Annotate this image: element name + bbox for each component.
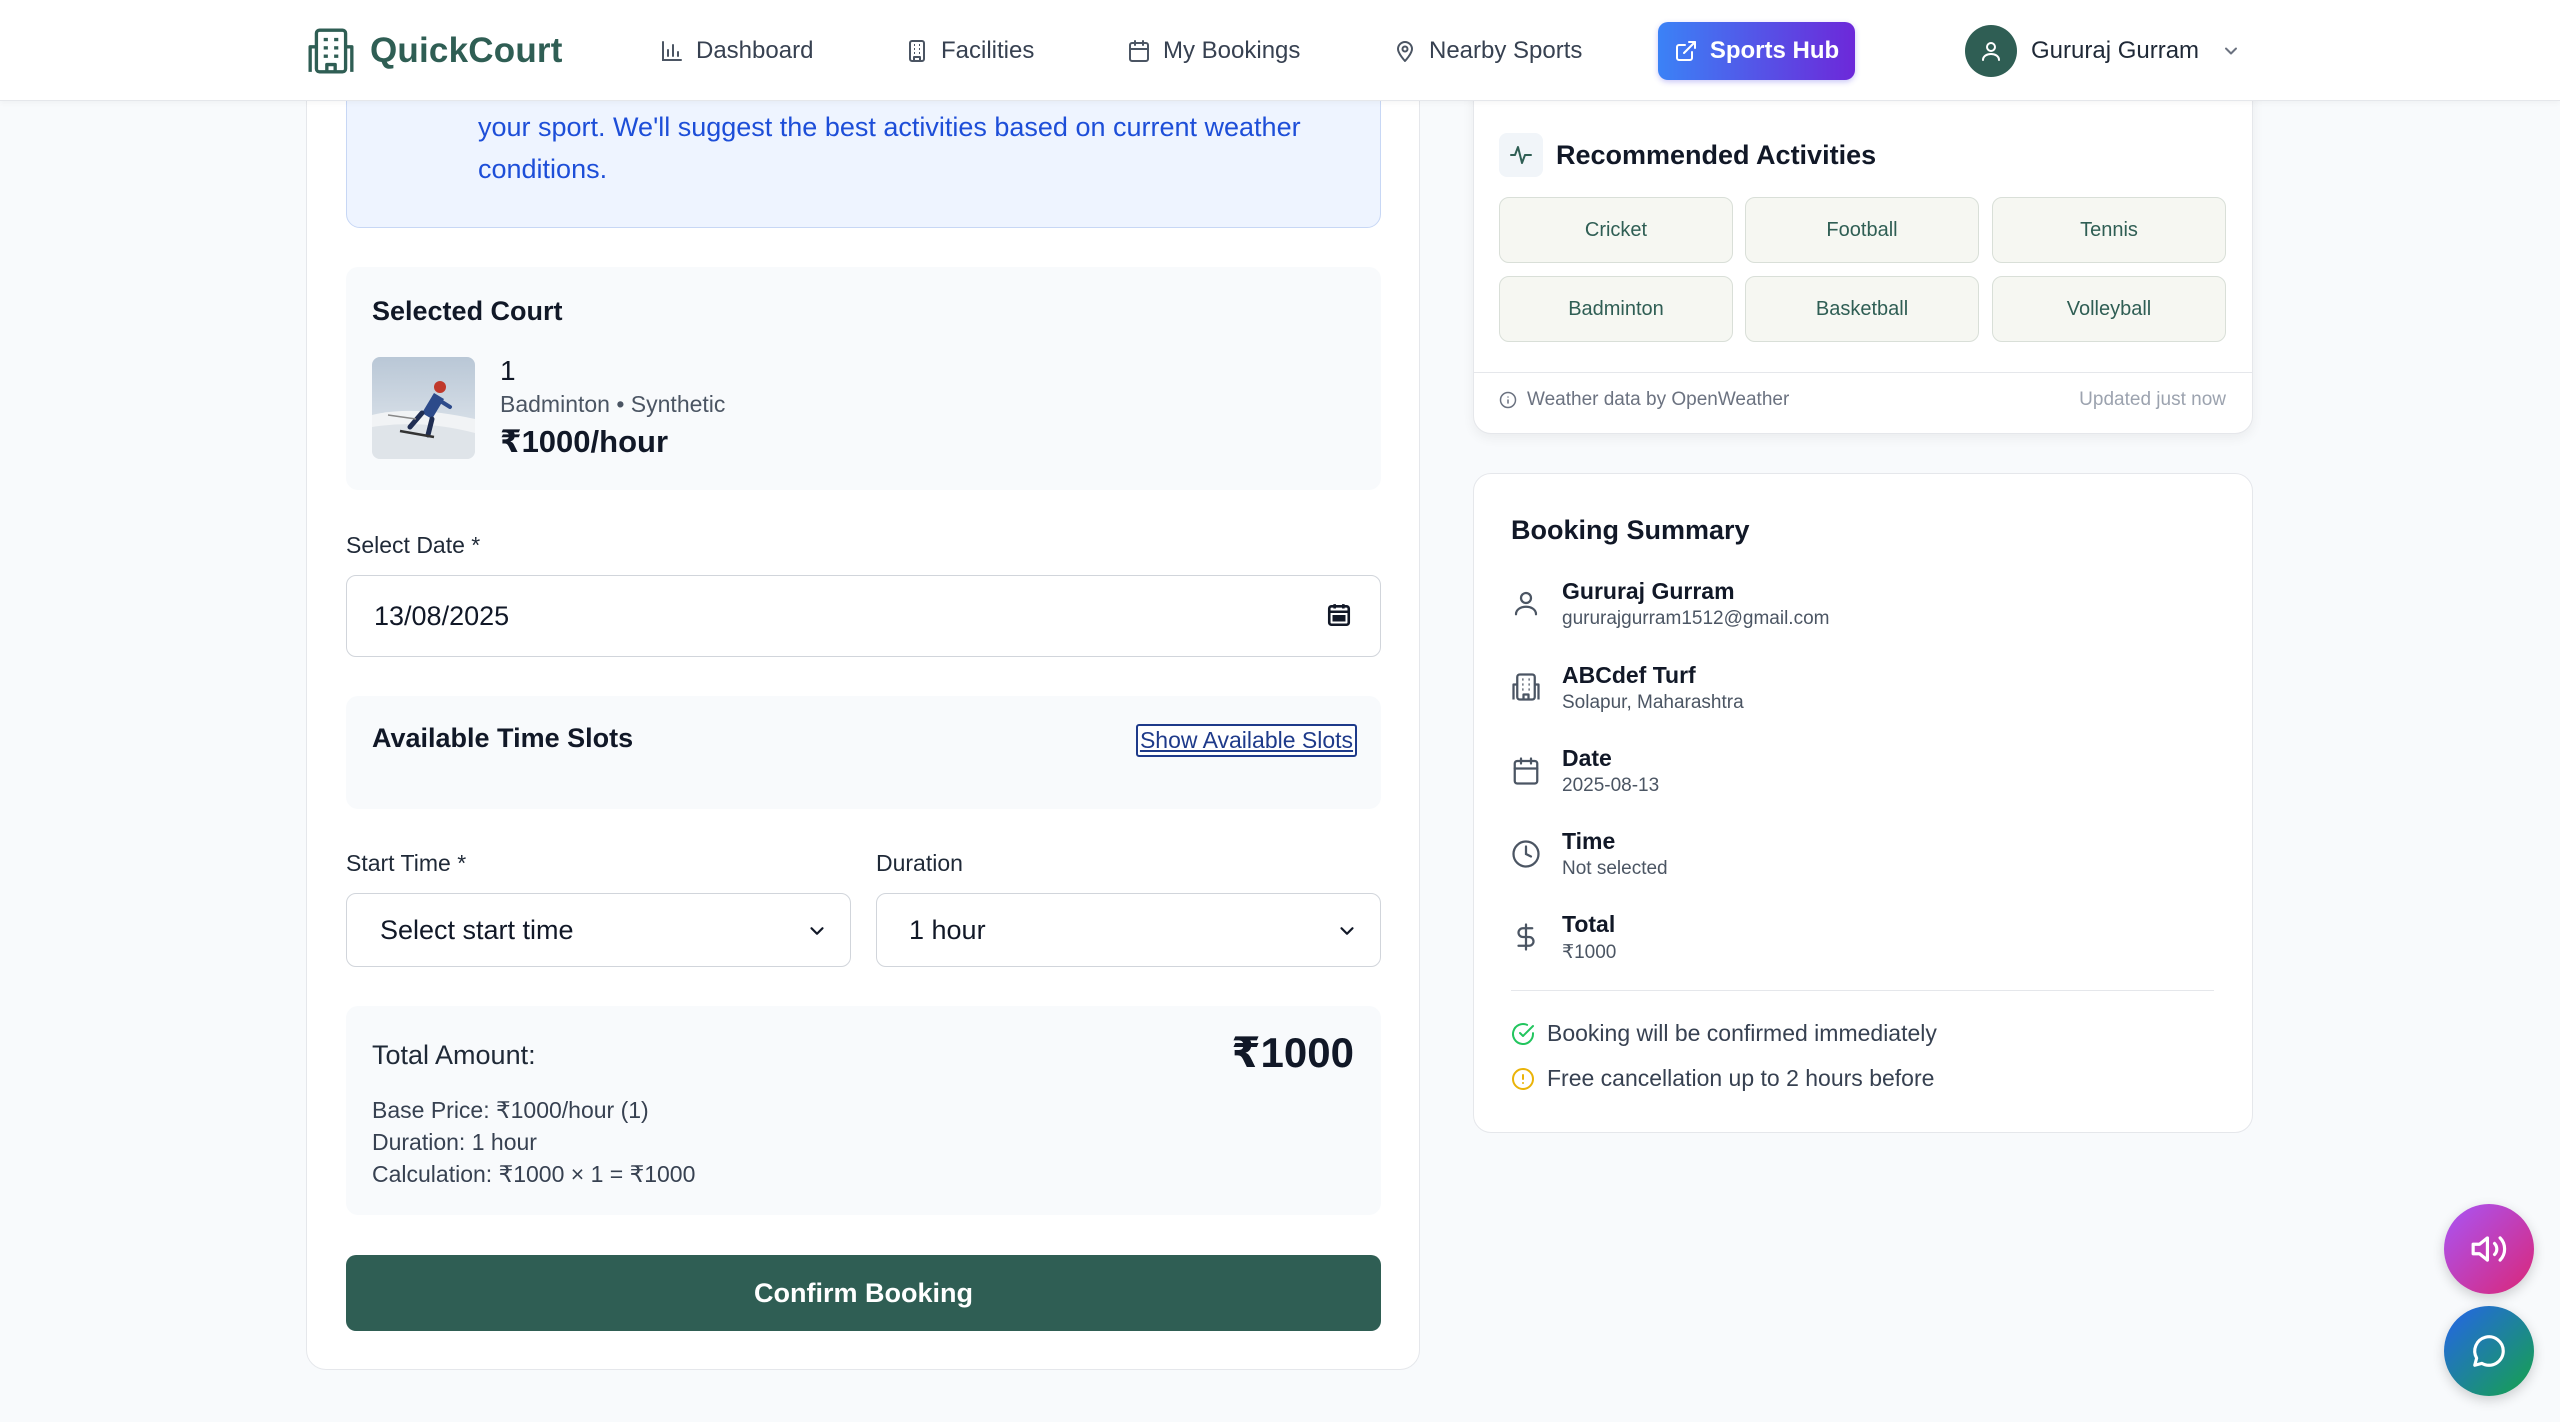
court-price: ₹1000/hour xyxy=(500,424,669,459)
divider xyxy=(1474,372,2252,373)
court-name: 1 xyxy=(500,355,516,386)
chat-bubble-icon xyxy=(2473,1335,2505,1367)
activity-pulse-icon xyxy=(1510,146,1532,164)
court-image xyxy=(372,357,475,459)
calendar-icon xyxy=(1129,40,1149,62)
nav-dashboard[interactable]: Dashboard xyxy=(660,28,813,74)
calculation-line: Calculation: ₹1000 × 1 = ₹1000 xyxy=(372,1161,696,1187)
selected-court-title: Selected Court xyxy=(372,296,563,326)
building-icon xyxy=(1512,673,1540,701)
activity-football[interactable]: Football xyxy=(1745,197,1979,263)
duration-value: 1 hour xyxy=(909,914,986,945)
weather-updated-text: Updated just now xyxy=(2079,389,2226,410)
confirm-booking-button[interactable]: Confirm Booking xyxy=(346,1255,1381,1331)
weather-attribution: Weather data by OpenWeather xyxy=(1499,389,1789,411)
calendar-icon xyxy=(1513,757,1539,785)
activity-cricket[interactable]: Cricket xyxy=(1499,197,1733,263)
nav-nearby-sports[interactable]: Nearby Sports xyxy=(1393,28,1582,74)
alert-circle-icon xyxy=(1512,1067,1534,1090)
total-amount-label: Total Amount: xyxy=(372,1040,536,1070)
date-label: Select Date * xyxy=(346,532,481,558)
clock-icon xyxy=(1512,840,1540,868)
chevron-down-icon xyxy=(1340,927,1354,935)
duration-label: Duration xyxy=(876,850,963,876)
brand-name: QuickCourt xyxy=(370,31,563,70)
summary-date-value: 2025-08-13 xyxy=(1562,775,1660,796)
booking-summary-title: Booking Summary xyxy=(1511,515,1750,545)
cancellation-note: Free cancellation up to 2 hours before xyxy=(1511,1065,1934,1092)
summary-user-name: Gururaj Gurram xyxy=(1562,578,1735,604)
speaker-icon xyxy=(2471,1236,2507,1262)
external-link-icon xyxy=(1675,41,1696,61)
sports-hub-button[interactable]: Sports Hub xyxy=(1658,22,1855,80)
nav-facilities[interactable]: Facilities xyxy=(905,28,1034,74)
user-icon xyxy=(1514,591,1538,616)
skier-photo-icon xyxy=(372,357,475,459)
dollar-icon xyxy=(1517,923,1535,951)
user-menu[interactable]: Gururaj Gurram xyxy=(1965,25,2241,77)
date-input[interactable]: 13/08/2025 xyxy=(346,575,1381,657)
summary-time-value: Not selected xyxy=(1562,858,1668,879)
confirm-note: Booking will be confirmed immediately xyxy=(1511,1020,1937,1047)
summary-date-label: Date xyxy=(1562,745,1612,771)
summary-user-email: gururajgurram1512@gmail.com xyxy=(1562,608,1830,629)
start-time-select[interactable]: Select start time xyxy=(346,893,851,967)
top-navbar: QuickCourt Dashboard Facilities My Booki… xyxy=(0,0,2560,101)
time-slots-title: Available Time Slots xyxy=(372,723,634,753)
activity-volleyball[interactable]: Volleyball xyxy=(1992,276,2226,342)
date-value: 13/08/2025 xyxy=(374,600,510,631)
weather-attribution-text: Weather data by OpenWeather xyxy=(1527,389,1790,410)
avatar xyxy=(1965,25,2017,77)
total-amount-value: ₹1000 xyxy=(1231,1029,1354,1076)
nav-my-bookings-label: My Bookings xyxy=(1163,37,1301,64)
duration-select[interactable]: 1 hour xyxy=(876,893,1381,967)
nav-facilities-label: Facilities xyxy=(941,37,1035,64)
summary-total-label: Total xyxy=(1562,911,1616,937)
brand[interactable]: QuickCourt xyxy=(306,26,563,76)
activity-icon-box xyxy=(1499,133,1543,177)
nav-my-bookings[interactable]: My Bookings xyxy=(1127,28,1300,74)
base-price-line: Base Price: ₹1000/hour (1) xyxy=(372,1097,649,1123)
chat-button[interactable] xyxy=(2444,1306,2534,1396)
summary-total-value: ₹1000 xyxy=(1562,942,1617,963)
cancellation-note-text: Free cancellation up to 2 hours before xyxy=(1547,1065,1935,1091)
start-time-value: Select start time xyxy=(380,914,574,945)
user-name: Gururaj Gurram xyxy=(2031,37,2200,64)
duration-line: Duration: 1 hour xyxy=(372,1129,537,1155)
info-icon xyxy=(1499,391,1517,409)
recommended-activities-title: Recommended Activities xyxy=(1556,140,1877,170)
nav-dashboard-label: Dashboard xyxy=(696,37,814,64)
chevron-down-icon xyxy=(810,927,824,935)
check-circle-icon xyxy=(1512,1022,1534,1045)
activity-basketball[interactable]: Basketball xyxy=(1745,276,1979,342)
confirm-note-text: Booking will be confirmed immediately xyxy=(1547,1020,1937,1046)
building-logo-icon xyxy=(308,28,354,74)
sports-hub-label: Sports Hub xyxy=(1709,37,1840,64)
activity-tennis[interactable]: Tennis xyxy=(1992,197,2226,263)
voice-assistant-button[interactable] xyxy=(2444,1204,2534,1294)
activity-badminton[interactable]: Badminton xyxy=(1499,276,1733,342)
start-time-label: Start Time * xyxy=(346,850,467,876)
divider xyxy=(1511,990,2214,991)
court-type: Badminton • Synthetic xyxy=(500,391,726,417)
summary-facility-location: Solapur, Maharashtra xyxy=(1562,692,1744,713)
show-available-slots-button[interactable]: Show Available Slots xyxy=(1136,724,1357,757)
nav-nearby-sports-label: Nearby Sports xyxy=(1429,37,1583,64)
map-pin-icon xyxy=(1397,41,1413,62)
user-icon xyxy=(1982,42,2000,61)
summary-time-label: Time xyxy=(1562,828,1616,854)
summary-facility-name: ABCdef Turf xyxy=(1562,662,1696,688)
bar-chart-icon xyxy=(662,41,682,61)
building-icon xyxy=(909,40,925,62)
weather-info-text: your sport. We'll suggest the best activ… xyxy=(478,112,1301,184)
chevron-down-icon xyxy=(2225,47,2238,55)
calendar-picker-icon[interactable] xyxy=(1326,602,1352,628)
